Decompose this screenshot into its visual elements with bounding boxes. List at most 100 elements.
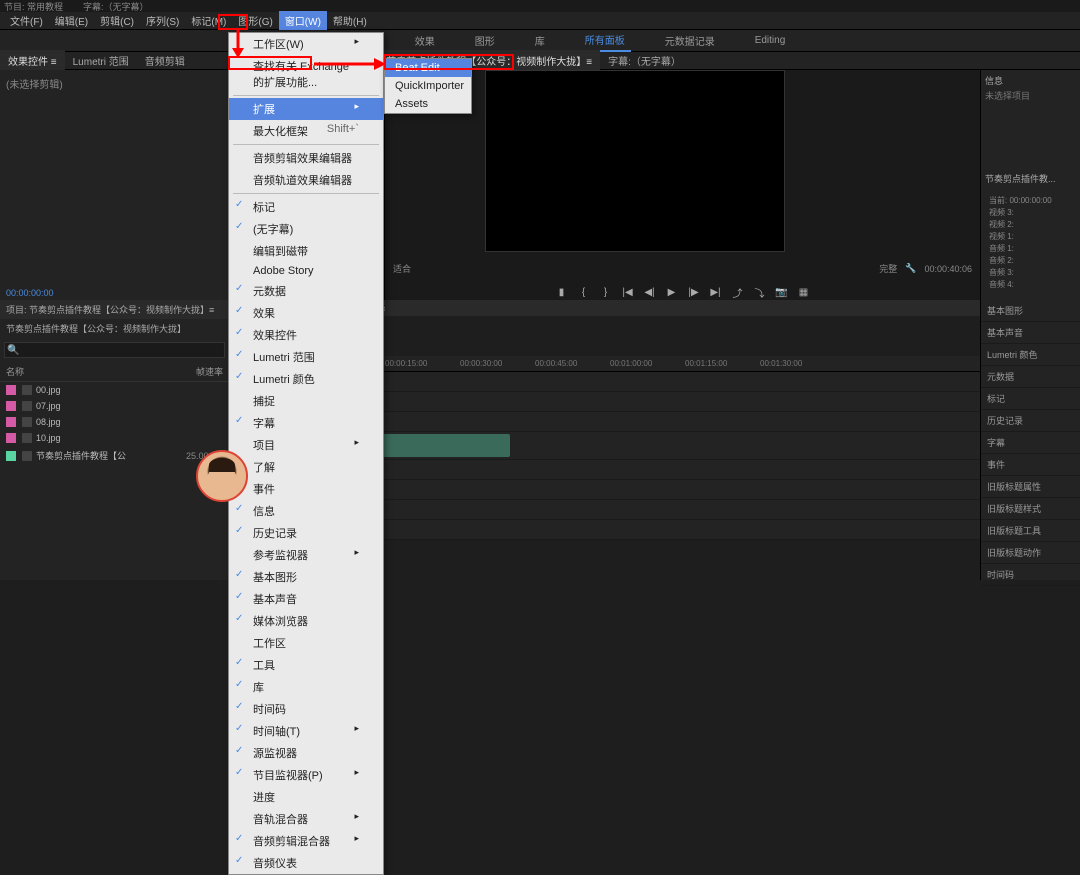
ruler-tick: 00:01:30:00 [760, 359, 835, 368]
rl-item[interactable]: 标记 [981, 388, 1080, 410]
ws-tab-editing[interactable]: Editing [749, 32, 792, 49]
menu-item[interactable]: ✓库 [229, 676, 383, 698]
project-tab[interactable]: 项目: 节奏剪点插件教程【公众号：视频制作大拢】≡ [0, 300, 229, 319]
menu-item[interactable]: 编辑到磁带 [229, 240, 383, 262]
project-search[interactable]: 🔍 [4, 342, 225, 358]
play-btn[interactable]: ▶ [665, 285, 679, 299]
project-item[interactable]: 00.jpg [0, 382, 229, 398]
menu-item[interactable]: ✓标记 [229, 196, 383, 218]
rl-item[interactable]: 元数据 [981, 366, 1080, 388]
rl-item[interactable]: 旧版标题工具 [981, 520, 1080, 542]
menu-marker[interactable]: 标记(M) [185, 11, 232, 30]
lift-btn[interactable]: ⤴ [731, 285, 745, 299]
ws-tab-metadata[interactable]: 元数据记录 [659, 30, 721, 51]
menu-item[interactable]: ✓信息 [229, 500, 383, 522]
mark-out-btn[interactable]: { [577, 285, 591, 299]
rl-item[interactable]: Lumetri 颜色 [981, 344, 1080, 366]
rl-item[interactable]: 旧版标题动作 [981, 542, 1080, 564]
search-input[interactable] [4, 342, 225, 358]
image-icon [22, 433, 32, 443]
menu-item[interactable]: 项目▸ [229, 434, 383, 456]
menu-item[interactable]: ✓时间轴(T)▸ [229, 720, 383, 742]
menu-window[interactable]: 窗口(W) [279, 11, 327, 30]
tab-lumetri-scopes[interactable]: Lumetri 范围 [65, 50, 137, 71]
menu-item[interactable]: 最大化框架Shift+` [229, 120, 383, 142]
step-fwd-btn[interactable]: |▶ [687, 285, 701, 299]
menu-item[interactable]: ✓历史记录 [229, 522, 383, 544]
menu-item[interactable]: ✓节目监视器(P)▸ [229, 764, 383, 786]
project-item[interactable]: 07.jpg [0, 398, 229, 414]
rl-item[interactable]: 字幕 [981, 432, 1080, 454]
rl-item[interactable]: 历史记录 [981, 410, 1080, 432]
menu-item[interactable]: ✓基本图形 [229, 566, 383, 588]
menu-item[interactable]: 参考监视器▸ [229, 544, 383, 566]
comparison-btn[interactable]: ▦ [797, 285, 811, 299]
ws-tab-library[interactable]: 库 [529, 30, 551, 51]
menu-item[interactable]: ✓(无字幕) [229, 218, 383, 240]
info-title: 信息 [985, 74, 1076, 87]
menu-item[interactable]: ✓源监视器 [229, 742, 383, 764]
menu-item[interactable]: Adobe Story [229, 262, 383, 280]
mark-in-btn[interactable]: ▮ [555, 285, 569, 299]
menu-item[interactable]: 工作区 [229, 632, 383, 654]
menu-sequence[interactable]: 序列(S) [140, 11, 185, 30]
menu-item[interactable]: 扩展▸ [229, 98, 383, 120]
rl-item[interactable]: 旧版标题样式 [981, 498, 1080, 520]
menu-item[interactable]: ✓工具 [229, 654, 383, 676]
menu-edit[interactable]: 编辑(E) [49, 11, 94, 30]
submenu-item[interactable]: Assets [385, 95, 471, 113]
menu-item[interactable]: ✓效果 [229, 302, 383, 324]
project-item[interactable]: 节奏剪点插件教程【公25.00 fps [0, 446, 229, 465]
menu-item[interactable]: 工作区(W)▸ [229, 33, 383, 55]
menu-file[interactable]: 文件(F) [4, 11, 49, 30]
menu-item[interactable]: 进度 [229, 786, 383, 808]
menu-help[interactable]: 帮助(H) [327, 11, 373, 30]
col-name[interactable]: 名称 [6, 365, 173, 378]
tab-effect-controls[interactable]: 效果控件 ≡ [0, 50, 65, 71]
wrench-icon[interactable]: 🔧 [905, 263, 916, 274]
project-item[interactable]: 08.jpg [0, 414, 229, 430]
mark-clip-btn[interactable]: } [599, 285, 613, 299]
menu-item[interactable]: ✓效果控件 [229, 324, 383, 346]
go-out-btn[interactable]: ▶| [709, 285, 723, 299]
menu-item[interactable]: 音频剪辑效果编辑器 [229, 147, 383, 169]
ws-tab-effects[interactable]: 效果 [409, 30, 441, 51]
menu-item[interactable]: ✓事件 [229, 478, 383, 500]
menu-item[interactable]: 音频轨道效果编辑器 [229, 169, 383, 191]
menu-clip[interactable]: 剪辑(C) [94, 11, 140, 30]
rl-item[interactable]: 事件 [981, 454, 1080, 476]
submenu-item[interactable]: Beat Edit [385, 59, 471, 77]
menu-item[interactable]: 了解 [229, 456, 383, 478]
menu-item[interactable]: ✓Lumetri 范围 [229, 346, 383, 368]
program-full[interactable]: 完整 [879, 262, 897, 275]
ws-tab-graphics[interactable]: 图形 [469, 30, 501, 51]
menu-item[interactable]: ✓音频仪表 [229, 852, 383, 874]
menu-item[interactable]: ✓基本声音 [229, 588, 383, 610]
export-frame-btn[interactable]: 📷 [775, 285, 789, 299]
rl-item[interactable]: 基本声音 [981, 322, 1080, 344]
go-in-btn[interactable]: |◀ [621, 285, 635, 299]
col-framerate[interactable]: 帧速率 [173, 365, 223, 378]
menu-item[interactable]: ✓元数据 [229, 280, 383, 302]
project-item[interactable]: 10.jpg [0, 430, 229, 446]
menu-item[interactable]: 音轨混合器▸ [229, 808, 383, 830]
program-fit[interactable]: 适合 [393, 262, 411, 275]
ws-tab-allpanels[interactable]: 所有面板 [579, 29, 631, 52]
info-sidebar: 信息 未选择项目 节奏剪点插件教... 当前: 00:00:00:00 视频 3… [980, 70, 1080, 300]
extract-btn[interactable]: ⤵ [753, 285, 767, 299]
rl-item[interactable]: 旧版标题属性 [981, 476, 1080, 498]
menu-item[interactable]: ✓字幕 [229, 412, 383, 434]
menu-item[interactable]: ✓音频剪辑混合器▸ [229, 830, 383, 852]
step-back-btn[interactable]: ◀| [643, 285, 657, 299]
rl-item[interactable]: 基本图形 [981, 300, 1080, 322]
tab-caption[interactable]: 字幕:（无字幕） [600, 50, 689, 71]
program-monitor: 适合 完整 🔧 00:00:40:06 ▮ { } |◀ ◀| ▶ |▶ ▶| … [385, 70, 980, 300]
menu-item[interactable]: 捕捉 [229, 390, 383, 412]
tab-audio-clip[interactable]: 音频剪辑 [137, 50, 193, 71]
menu-item[interactable]: ✓Lumetri 颜色 [229, 368, 383, 390]
menu-item[interactable]: ✓时间码 [229, 698, 383, 720]
menu-item[interactable]: ✓媒体浏览器 [229, 610, 383, 632]
program-video-area[interactable] [485, 70, 785, 252]
submenu-item[interactable]: QuickImporter [385, 77, 471, 95]
rl-item[interactable]: 时间码 [981, 564, 1080, 586]
